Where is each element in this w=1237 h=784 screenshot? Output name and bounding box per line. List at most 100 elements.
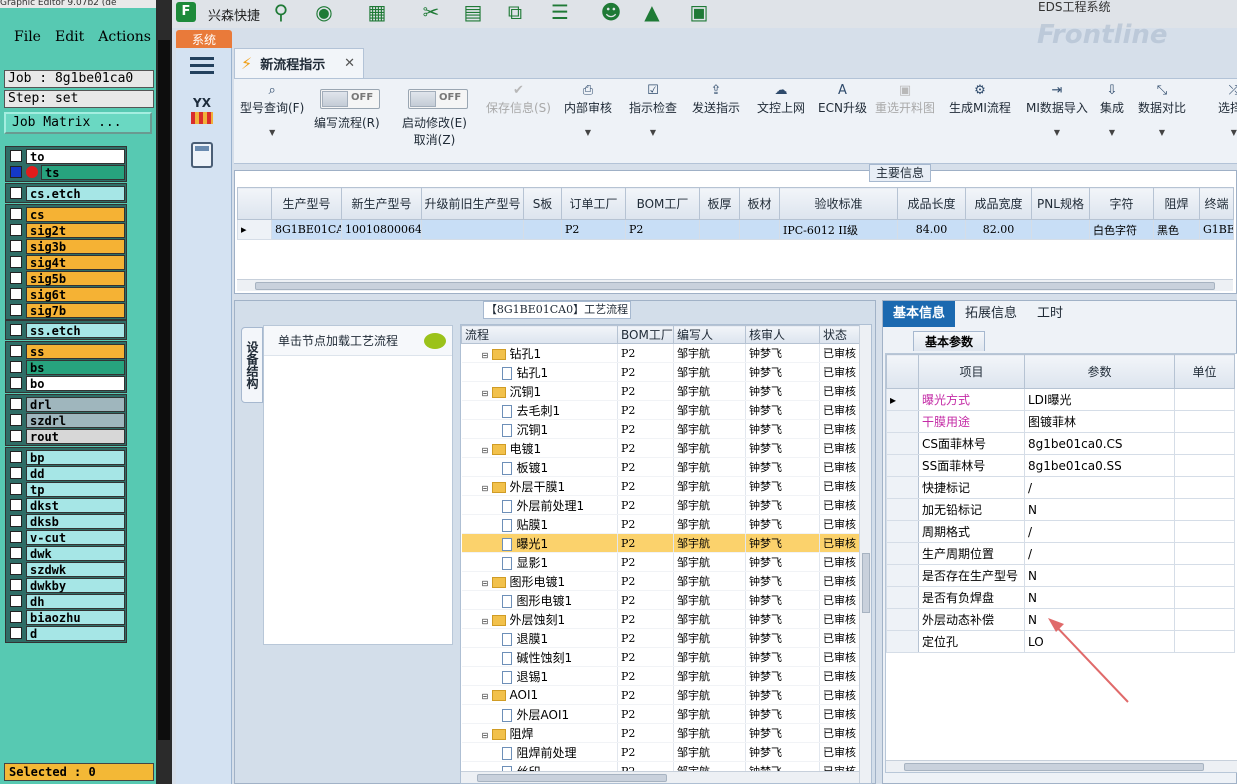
dropdown-arrow-icon[interactable]: ▼ [564, 128, 612, 137]
param-value[interactable]: N [1024, 564, 1175, 587]
table-cell[interactable]: P2 [561, 219, 626, 240]
layer-name[interactable]: ss.etch [26, 322, 125, 338]
layer-name[interactable]: rout [26, 428, 125, 444]
tree-node[interactable]: 退锡1 [461, 666, 618, 686]
layer-row[interactable]: to [7, 148, 125, 164]
layer-name[interactable]: bp [26, 449, 125, 465]
toggle-switch[interactable]: OFF [408, 89, 468, 109]
tree-node[interactable]: 钻孔1 [461, 362, 618, 382]
tree-node[interactable]: ⊟ 外层干膜1 [461, 476, 618, 496]
layer-checkbox[interactable] [10, 166, 22, 178]
toolbar-button[interactable]: A ECN升级 [818, 83, 867, 116]
toolbar-button[interactable]: ⇩ 集成 ▼ [1100, 83, 1124, 137]
layer-name[interactable]: dwk [26, 545, 125, 561]
table-cell[interactable]: 8G1BE01CA0 [271, 219, 342, 240]
column-header[interactable]: 项目 [918, 354, 1025, 389]
tab-basic-info[interactable]: 基本信息 [883, 301, 956, 327]
param-value[interactable]: N [1024, 608, 1175, 631]
tree-row[interactable]: 显影1 P2 邹宇航 钟梦飞 已审核 [461, 552, 862, 572]
param-unit[interactable] [1174, 432, 1235, 455]
tree-node[interactable]: 阻焊前处理 [461, 742, 618, 762]
calculator-icon[interactable] [191, 142, 213, 168]
process-tree-hscrollbar[interactable] [461, 771, 859, 783]
tree-row[interactable]: ⊟ 阻焊 P2 邹宇航 钟梦飞 已审核 [461, 723, 862, 743]
tree-node[interactable]: 曝光1 [461, 533, 618, 553]
table-cell[interactable] [1031, 219, 1090, 240]
column-header[interactable]: 流程 [461, 325, 618, 344]
tree-node[interactable]: ⊟ AOI1 [461, 685, 618, 705]
layer-name[interactable]: ss [26, 343, 125, 359]
param-value[interactable]: 8g1be01ca0.SS [1024, 454, 1175, 477]
layer-name[interactable]: cs [26, 206, 125, 222]
param-unit[interactable] [1174, 608, 1235, 631]
layer-name[interactable]: bs [26, 359, 125, 375]
toolbar-button[interactable]: ⤡ 数据对比 ▼ [1138, 83, 1186, 137]
column-header[interactable]: 阻焊 [1153, 187, 1200, 220]
layer-name[interactable]: dwkby [26, 577, 125, 593]
layer-checkbox[interactable] [10, 531, 22, 543]
layer-row[interactable]: sig4t [7, 254, 125, 270]
param-unit[interactable] [1174, 586, 1235, 609]
column-header[interactable]: 新生产型号 [341, 187, 422, 220]
layer-row[interactable]: sig2t [7, 222, 125, 238]
column-header[interactable]: 升级前旧生产型号 [421, 187, 524, 220]
tree-node[interactable]: ⊟ 外层蚀刻1 [461, 609, 618, 629]
film-icon[interactable]: ▤ [460, 0, 486, 24]
toggle-knob[interactable] [322, 91, 348, 107]
layer-row[interactable]: cs [7, 206, 125, 222]
column-header[interactable]: 成品宽度 [965, 187, 1032, 220]
table-cell[interactable]: 白色字符 [1089, 219, 1154, 240]
param-row[interactable]: 周期格式 / [886, 520, 1235, 543]
table-cell[interactable]: 黑色 [1153, 219, 1200, 240]
layer-checkbox[interactable] [10, 240, 22, 252]
menu-file[interactable]: File [14, 29, 41, 45]
layer-name[interactable]: biaozhu [26, 609, 125, 625]
tab-work-hours[interactable]: 工时 [1027, 301, 1073, 327]
param-row[interactable]: 加无铅标记 N [886, 498, 1235, 521]
param-unit[interactable] [1174, 410, 1235, 433]
layer-checkbox[interactable] [10, 361, 22, 373]
tree-row[interactable]: 碱性蚀刻1 P2 邹宇航 钟梦飞 已审核 [461, 647, 862, 667]
collapse-icon[interactable]: ⊟ [482, 617, 490, 626]
tree-node[interactable]: 碱性蚀刻1 [461, 647, 618, 667]
layer-name[interactable]: szdwk [26, 561, 125, 577]
toolbar-button[interactable]: ⚙ 生成MI流程 [949, 83, 1011, 116]
layer-name[interactable]: sig7b [26, 302, 125, 318]
toggle-knob[interactable] [410, 91, 436, 107]
layer-name[interactable]: bo [26, 375, 125, 391]
toolbar-button[interactable]: ⇥ MI数据导入 ▼ [1026, 83, 1088, 137]
layer-checkbox[interactable] [10, 627, 22, 639]
layer-row[interactable]: dwk [7, 545, 125, 561]
collapse-icon[interactable]: ⊟ [482, 446, 490, 455]
layer-name[interactable]: dkst [26, 497, 125, 513]
layer-checkbox[interactable] [10, 414, 22, 426]
layer-checkbox[interactable] [10, 187, 22, 199]
tree-node[interactable]: 退膜1 [461, 628, 618, 648]
tab-new-process[interactable]: ⚡ 新流程指示 ✕ [234, 48, 364, 78]
param-row[interactable]: 干膜用途 图镀菲林 [886, 410, 1235, 433]
layer-checkbox[interactable] [10, 611, 22, 623]
tree-row[interactable]: 贴膜1 P2 邹宇航 钟梦飞 已审核 [461, 514, 862, 534]
collapse-icon[interactable]: ⊟ [482, 579, 490, 588]
layer-checkbox[interactable] [10, 345, 22, 357]
param-unit[interactable] [1174, 476, 1235, 499]
layer-checkbox[interactable] [10, 324, 22, 336]
toolbar-button[interactable]: ☑ 指示检查 ▼ [629, 83, 677, 137]
tree-node[interactable]: 板镀1 [461, 457, 618, 477]
layer-checkbox[interactable] [10, 579, 22, 591]
system-tab[interactable]: 系统 [176, 30, 232, 48]
dropdown-arrow-icon[interactable]: ▼ [1138, 128, 1186, 137]
layer-row[interactable]: ss [7, 343, 125, 359]
close-tab-icon[interactable]: ✕ [344, 56, 355, 71]
process-tree-vscrollbar[interactable] [859, 325, 871, 783]
param-value[interactable]: / [1024, 476, 1175, 499]
globe-icon[interactable]: ◉ [310, 0, 338, 24]
collapse-icon[interactable]: ⊟ [482, 389, 490, 398]
column-header[interactable]: BOM工厂 [617, 325, 674, 344]
param-row[interactable]: CS面菲林号 8g1be01ca0.CS [886, 432, 1235, 455]
chart-icon[interactable]: ▲ [638, 0, 666, 24]
tree-node[interactable]: 贴膜1 [461, 514, 618, 534]
layer-name[interactable]: sig2t [26, 222, 125, 238]
column-header[interactable]: BOM工厂 [625, 187, 700, 220]
tree-node[interactable]: ⊟ 电镀1 [461, 438, 618, 458]
